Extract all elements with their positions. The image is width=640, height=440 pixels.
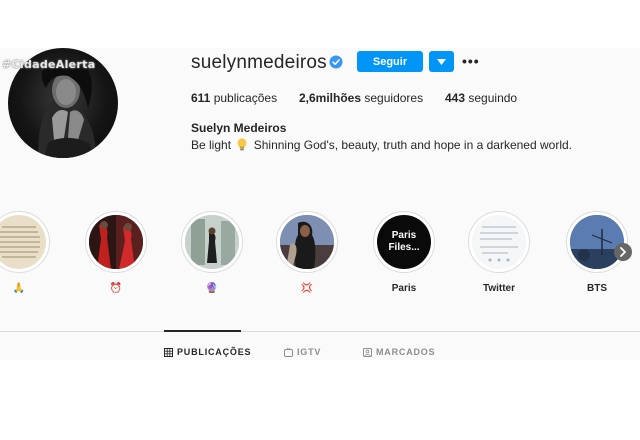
highlight-ring [468, 211, 530, 273]
highlight-cover [472, 215, 526, 269]
highlight-cover: Paris Files... [377, 215, 431, 269]
profile-username: suelynmedeiros [191, 52, 327, 73]
posts-value: 611 [191, 91, 211, 105]
verified-badge-icon [329, 55, 343, 69]
story-highlight[interactable]: Twitter [468, 211, 530, 295]
tab-label: MARCADOS [376, 347, 436, 357]
tabs-divider [0, 331, 640, 332]
profile-bio: Be light Shinning God's, beauty, truth a… [191, 138, 572, 152]
tab-publicacoes[interactable]: PUBLICAÇÕES [164, 347, 251, 357]
posts-count: 611 publicações [191, 91, 277, 105]
highlight-label: 🙏 [12, 283, 26, 294]
bio-text-end: Shinning God's, beauty, truth and hope i… [253, 138, 572, 152]
tab-marcados[interactable]: MARCADOS [363, 347, 435, 357]
highlight-cover [89, 215, 143, 269]
chevron-down-icon [437, 58, 446, 65]
highlight-ring [85, 211, 147, 273]
igtv-icon [284, 347, 293, 357]
profile-full-name: Suelyn Medeiros [191, 121, 287, 135]
more-options-button[interactable]: ••• [462, 52, 482, 70]
highlight-label: BTS [587, 283, 607, 294]
highlights-next-button[interactable] [614, 243, 632, 261]
story-highlight[interactable]: 💢 [276, 211, 338, 295]
light-bulb-icon [237, 138, 247, 151]
highlight-cover [570, 215, 624, 269]
suggested-dropdown-button[interactable] [429, 51, 454, 72]
bio-text-start: Be light [191, 138, 232, 152]
chevron-right-icon [620, 247, 627, 257]
highlight-ring [276, 211, 338, 273]
tab-label: PUBLICAÇÕES [177, 347, 252, 357]
story-highlight[interactable]: ⏰ [85, 211, 147, 295]
following-count[interactable]: 443 seguindo [445, 91, 517, 105]
follow-button[interactable]: Seguir [357, 51, 423, 72]
highlight-cover-text: Paris Files... [388, 230, 420, 253]
story-highlight[interactable]: 🔮 [181, 211, 243, 295]
highlight-ring [0, 211, 50, 273]
active-tab-indicator [164, 330, 241, 332]
highlight-cover [185, 215, 239, 269]
highlight-ring [181, 211, 243, 273]
highlight-ring [566, 211, 628, 273]
following-label: seguindo [468, 91, 518, 105]
posts-label: publicações [213, 91, 278, 105]
highlight-label: ⏰ [109, 283, 123, 294]
highlight-ring: Paris Files... [373, 211, 435, 273]
tagged-icon [363, 347, 372, 357]
story-highlight[interactable]: 🙏 [0, 211, 50, 295]
following-value: 443 [445, 91, 466, 105]
followers-value: 2,6milhões [299, 91, 362, 105]
followers-label: seguidores [364, 91, 424, 105]
highlight-label: 🔮 [205, 283, 219, 294]
story-highlight[interactable]: Paris Files... Paris [373, 211, 435, 295]
highlight-cover [0, 215, 46, 269]
tab-igtv[interactable]: IGTV [284, 347, 321, 357]
highlight-label: Paris [391, 283, 417, 294]
grid-icon [164, 347, 173, 357]
highlight-cover [280, 215, 334, 269]
highlight-label: 💢 [300, 283, 314, 294]
highlight-label: Twitter [482, 283, 516, 294]
watermark-text: #CidadeAlerta [2, 58, 96, 71]
tab-label: IGTV [297, 347, 322, 357]
followers-count[interactable]: 2,6milhões seguidores [299, 91, 423, 105]
